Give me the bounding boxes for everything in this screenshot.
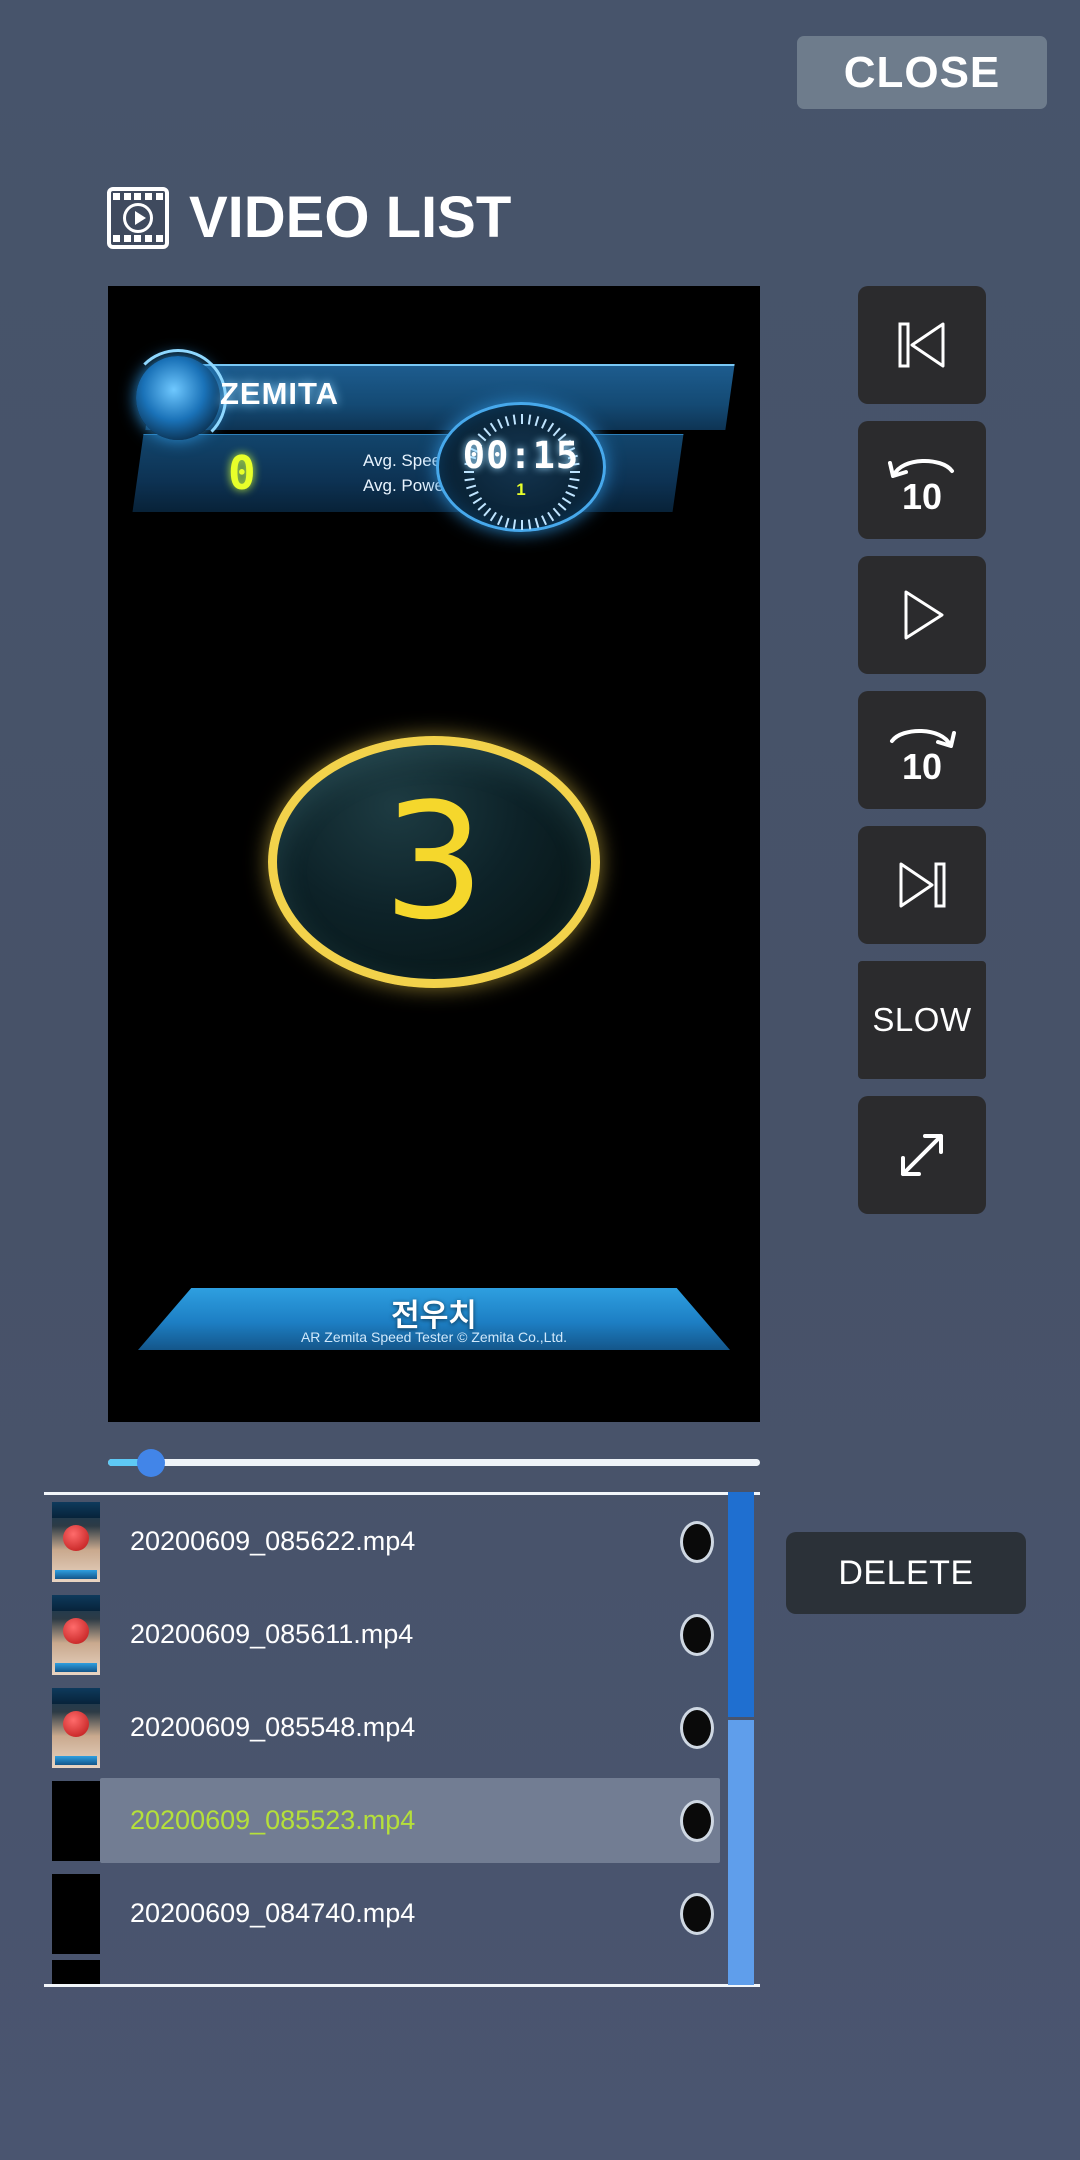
skip-start-icon <box>898 322 945 368</box>
video-thumbnail <box>52 1873 100 1954</box>
delete-button-label: DELETE <box>838 1553 974 1592</box>
hud-timer-sub: 1 <box>516 480 526 499</box>
video-filename: 20200609_085548.mp4 <box>130 1712 416 1742</box>
video-filename: 20200609_085622.mp4 <box>130 1526 416 1556</box>
seek-track[interactable] <box>108 1459 760 1466</box>
play-button[interactable] <box>858 556 986 674</box>
page-header: VIDEO LIST <box>107 184 511 251</box>
video-list[interactable]: 20200609_085622.mp4 20200609_085611.mp4 20… <box>44 1492 760 1987</box>
video-select-radio[interactable] <box>680 1706 714 1749</box>
play-icon <box>904 590 944 640</box>
hud-app-name: ZEMITA <box>220 376 340 411</box>
list-scrollbar-track[interactable] <box>728 1720 754 1985</box>
skip-end-icon <box>899 862 946 908</box>
countdown-value: 3 <box>383 768 485 955</box>
rewind-10-label: 10 <box>901 476 943 517</box>
fullscreen-button[interactable] <box>858 1096 986 1214</box>
forward-10-label: 10 <box>901 746 943 787</box>
hud-timer-value: 00:15 <box>462 434 580 477</box>
video-list-item[interactable] <box>44 1960 760 1984</box>
video-filename: 20200609_084740.mp4 <box>130 1898 416 1928</box>
video-list-item[interactable]: 20200609_085523.mp4 <box>44 1774 760 1867</box>
video-filename: 20200609_085611.mp4 <box>130 1619 414 1649</box>
close-button[interactable]: CLOSE <box>797 36 1047 109</box>
skip-to-start-button[interactable] <box>858 286 986 404</box>
video-select-radio[interactable] <box>680 1799 714 1842</box>
forward-10-button[interactable]: 10 <box>858 691 986 809</box>
video-list-screen: CLOSE VIDEO LIST ZEMITA 0 Avg. Speed: 0.… <box>0 0 1080 2160</box>
close-button-label: CLOSE <box>843 47 1001 97</box>
list-scrollbar[interactable] <box>728 1492 754 1987</box>
seek-thumb[interactable] <box>137 1449 166 1477</box>
slow-button[interactable]: SLOW <box>858 961 986 1079</box>
video-list-item[interactable]: 20200609_085548.mp4 <box>44 1681 760 1774</box>
video-thumbnail <box>52 1501 100 1582</box>
video-filename: 20200609_085523.mp4 <box>130 1805 416 1835</box>
video-select-radio[interactable] <box>680 1892 714 1935</box>
video-list-item[interactable]: 20200609_085622.mp4 <box>44 1495 760 1588</box>
rewind-10-button[interactable]: 10 <box>858 421 986 539</box>
video-hud-overlay: ZEMITA 0 Avg. Speed: 0.000 Avg. Power: 0… <box>108 349 760 564</box>
list-scrollbar-thumb[interactable] <box>728 1492 754 1717</box>
hud-counter-value: 0 <box>228 446 256 500</box>
delete-button[interactable]: DELETE <box>786 1532 1026 1614</box>
video-thumbnail <box>52 1687 100 1768</box>
video-select-radio[interactable] <box>680 1613 714 1656</box>
video-thumbnail <box>52 1960 100 1984</box>
video-thumbnail <box>52 1780 100 1861</box>
page-title: VIDEO LIST <box>189 185 512 250</box>
countdown-badge: 3 <box>268 736 600 988</box>
video-list-item[interactable]: 20200609_085611.mp4 <box>44 1588 760 1681</box>
video-preview[interactable]: ZEMITA 0 Avg. Speed: 0.000 Avg. Power: 0… <box>108 286 760 1422</box>
video-bottom-banner: 전우치 AR Zemita Speed Tester © Zemita Co.,… <box>138 1288 730 1350</box>
expand-diagonal-icon <box>901 1134 943 1176</box>
slow-button-label: SLOW <box>872 1001 972 1038</box>
film-play-icon <box>107 186 169 249</box>
video-select-radio[interactable] <box>680 1520 714 1563</box>
hud-timer: 00:15 1 <box>436 402 606 532</box>
seek-slider[interactable] <box>108 1447 760 1477</box>
banner-copyright: AR Zemita Speed Tester © Zemita Co.,Ltd. <box>300 1329 568 1345</box>
video-list-item[interactable]: 20200609_084740.mp4 <box>44 1867 760 1960</box>
hud-dial-icon <box>129 349 227 447</box>
video-thumbnail <box>52 1594 100 1675</box>
skip-to-end-button[interactable] <box>858 826 986 944</box>
